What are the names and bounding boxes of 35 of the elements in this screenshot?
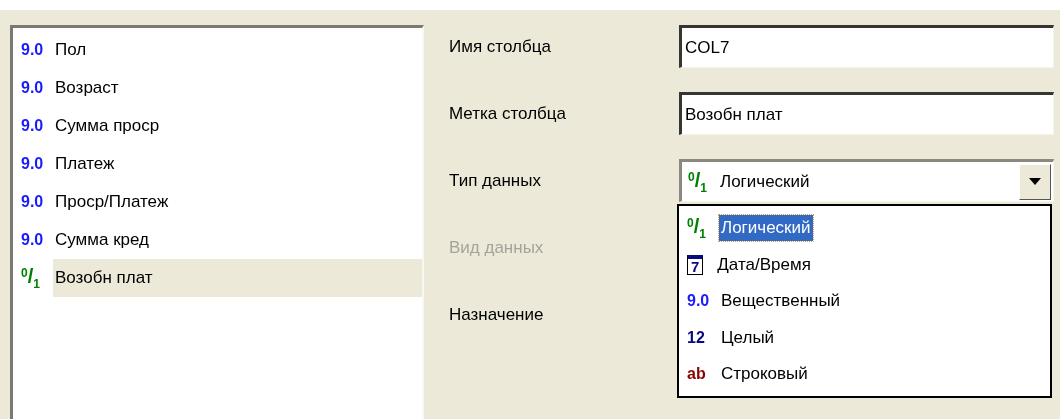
list-item[interactable]: Проср/Платеж <box>53 183 422 221</box>
dropdown-option[interactable]: Дата/Время <box>715 251 813 278</box>
dropdown-option[interactable]: Вещественный <box>719 288 843 315</box>
field-label: Метка столбца <box>449 103 568 125</box>
type-icon: $^{0}$/$_{1}$ <box>687 216 719 241</box>
dropdown-option[interactable]: Строковый <box>719 361 810 388</box>
type-icon: 9.0 <box>21 232 53 248</box>
type-icon: 9.0 <box>21 194 53 210</box>
list-item[interactable]: Платеж <box>53 145 422 183</box>
type-icon: 12 <box>687 329 719 346</box>
dropdown-button[interactable] <box>1019 163 1051 200</box>
type-icon: 9.0 <box>21 42 53 58</box>
list-item[interactable]: Пол <box>53 31 422 69</box>
field-label: Имя столбца <box>449 36 552 58</box>
dropdown-option[interactable]: Целый <box>719 324 777 351</box>
caret-icon <box>1029 178 1041 185</box>
type-icon: 9.0 <box>21 156 53 172</box>
type-icon: 9.0 <box>21 118 53 134</box>
list-item[interactable]: Возобн плат <box>53 259 422 297</box>
type-icon: 9.0 <box>687 293 719 310</box>
list-item[interactable]: Сумма кред <box>53 221 422 259</box>
type-icon: 9.0 <box>21 80 53 96</box>
field-label: Назначение <box>449 304 545 326</box>
type-icon: 7 <box>687 254 704 275</box>
list-item[interactable]: Сумма проср <box>53 107 422 145</box>
type-icon: $^{0}$/$_{1}$ <box>688 169 720 194</box>
type-icon: ab <box>687 366 719 383</box>
data-type-dropdown[interactable]: $^{0}$/$_{1}$ Логический <box>679 159 1054 202</box>
field-label: Тип данных <box>449 170 542 192</box>
input-field[interactable]: COL7 <box>679 25 1054 68</box>
input-field[interactable]: Возобн плат <box>679 92 1054 135</box>
field-label: Вид данных <box>449 237 545 259</box>
dropdown-option[interactable]: Логический <box>719 215 813 242</box>
list-item[interactable]: Возраст <box>53 69 422 107</box>
type-icon: $^{0}$/$_{1}$ <box>21 266 53 290</box>
